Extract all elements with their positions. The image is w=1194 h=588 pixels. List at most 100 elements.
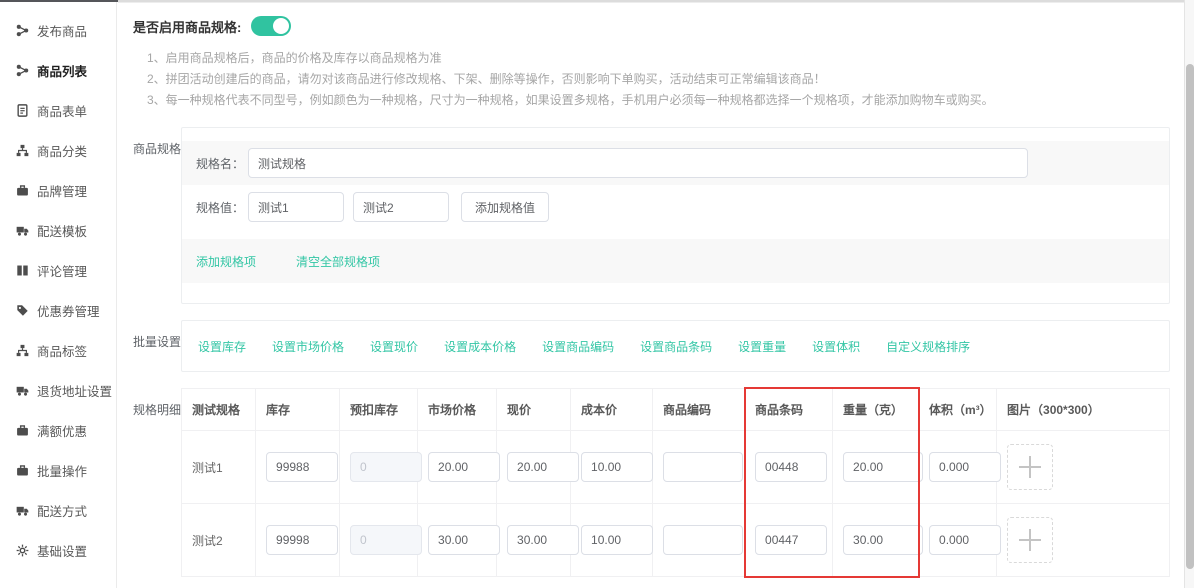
header-code: 商品编码 — [653, 389, 745, 431]
sidebar-item-0[interactable]: 发布商品 — [0, 10, 116, 50]
image-upload-button[interactable] — [1007, 517, 1053, 563]
input-price-row2[interactable] — [507, 525, 579, 555]
sidebar-item-4[interactable]: 品牌管理 — [0, 170, 116, 210]
input-code-row1[interactable] — [663, 452, 743, 482]
sidebar-item-8[interactable]: 商品标签 — [0, 330, 116, 370]
sidebar-item-1[interactable]: 商品列表 — [0, 50, 116, 90]
header-cost: 成本价 — [571, 389, 653, 431]
header-reserved: 预扣库存 — [340, 389, 418, 431]
batch-link-2[interactable]: 设置现价 — [370, 338, 418, 355]
cell-cost — [571, 504, 653, 577]
sidebar-item-6[interactable]: 评论管理 — [0, 250, 116, 290]
sidebar-item-7[interactable]: 优惠券管理 — [0, 290, 116, 330]
input-cost-row2[interactable] — [581, 525, 653, 555]
spec-value-input-1[interactable] — [248, 192, 344, 222]
header-spec: 测试规格 — [182, 389, 256, 431]
sidebar-menu: 发布商品商品列表商品表单商品分类品牌管理配送模板评论管理优惠券管理商品标签退货地… — [0, 10, 116, 570]
cell-stock — [256, 504, 340, 577]
image-upload-button[interactable] — [1007, 444, 1053, 490]
input-cost-row1[interactable] — [581, 452, 653, 482]
header-price: 现价 — [497, 389, 571, 431]
clear-all-spec-link[interactable]: 清空全部规格项 — [296, 253, 380, 270]
page-scrollbar[interactable] — [1184, 0, 1194, 588]
spec-notes: 1、启用商品规格后，商品的价格及库存以商品规格为准 2、拼团活动创建后的商品，请… — [147, 48, 1170, 111]
spec-value-input-2[interactable] — [353, 192, 449, 222]
scrollbar-thumb[interactable] — [1186, 64, 1194, 569]
sidebar-item-10[interactable]: 满额优惠 — [0, 410, 116, 450]
sidebar-item-label: 退货地址设置 — [37, 381, 112, 400]
header-weight: 重量（克） — [833, 389, 919, 431]
header-market_price: 市场价格 — [418, 389, 497, 431]
spec-detail-table: 测试规格库存预扣库存市场价格现价成本价商品编码商品条码重量（克）体积（m³）图片… — [181, 388, 1170, 577]
spec-table-header-row: 测试规格库存预扣库存市场价格现价成本价商品编码商品条码重量（克）体积（m³）图片… — [182, 389, 1170, 431]
input-market_price-row2[interactable] — [428, 525, 500, 555]
tag-icon — [16, 304, 29, 317]
sidebar: 发布商品商品列表商品表单商品分类品牌管理配送模板评论管理优惠券管理商品标签退货地… — [0, 2, 117, 588]
cell-reserved — [340, 504, 418, 577]
input-barcode-row2[interactable] — [755, 525, 827, 555]
batch-link-1[interactable]: 设置市场价格 — [272, 338, 344, 355]
enable-spec-row: 是否启用商品规格: — [133, 16, 1170, 36]
sidebar-item-label: 发布商品 — [37, 21, 87, 40]
enable-spec-toggle[interactable] — [251, 16, 291, 36]
cell-spec: 测试1 — [182, 431, 256, 504]
sidebar-item-12[interactable]: 配送方式 — [0, 490, 116, 530]
sidebar-item-label: 商品标签 — [37, 341, 87, 360]
cell-stock — [256, 431, 340, 504]
add-spec-value-button[interactable]: 添加规格值 — [461, 192, 549, 222]
input-stock-row1[interactable] — [266, 452, 338, 482]
cell-code — [653, 431, 745, 504]
note-line-1: 1、启用商品规格后，商品的价格及库存以商品规格为准 — [147, 48, 1170, 69]
cell-image — [997, 504, 1170, 577]
sidebar-item-2[interactable]: 商品表单 — [0, 90, 116, 130]
input-volume-row2[interactable] — [929, 525, 1001, 555]
header-image: 图片（300*300） — [997, 389, 1170, 431]
header-barcode: 商品条码 — [745, 389, 833, 431]
sidebar-item-label: 商品表单 — [37, 101, 87, 120]
batch-link-6[interactable]: 设置重量 — [738, 338, 786, 355]
batch-link-4[interactable]: 设置商品编码 — [542, 338, 614, 355]
cell-price — [497, 431, 571, 504]
share-nodes-icon — [16, 64, 29, 77]
cell-code — [653, 504, 745, 577]
input-price-row1[interactable] — [507, 452, 579, 482]
sidebar-item-3[interactable]: 商品分类 — [0, 130, 116, 170]
table-row: 测试1 — [182, 431, 1170, 504]
sidebar-item-label: 满额优惠 — [37, 421, 87, 440]
input-volume-row1[interactable] — [929, 452, 1001, 482]
sidebar-item-label: 批量操作 — [37, 461, 87, 480]
input-stock-row2[interactable] — [266, 525, 338, 555]
sidebar-item-label: 基础设置 — [37, 541, 87, 560]
table-row: 测试2 — [182, 504, 1170, 577]
batch-link-5[interactable]: 设置商品条码 — [640, 338, 712, 355]
truck-icon — [16, 504, 29, 517]
briefcase-icon — [16, 424, 29, 437]
input-weight-row1[interactable] — [843, 452, 923, 482]
sidebar-item-label: 商品分类 — [37, 141, 87, 160]
spec-value-text: 测试2 — [192, 534, 223, 548]
batch-link-7[interactable]: 设置体积 — [812, 338, 860, 355]
main-content: 是否启用商品规格: 1、启用商品规格后，商品的价格及库存以商品规格为准 2、拼团… — [118, 2, 1184, 588]
add-spec-item-link[interactable]: 添加规格项 — [196, 253, 256, 270]
detail-section: 规格明细 测试规格库存预扣库存市场价格现价成本价商品编码商品条码重量（克）体积（… — [133, 388, 1170, 588]
cell-market_price — [418, 431, 497, 504]
input-market_price-row1[interactable] — [428, 452, 500, 482]
briefcase-icon — [16, 464, 29, 477]
columns-icon — [16, 264, 29, 277]
truck-icon — [16, 224, 29, 237]
input-code-row2[interactable] — [663, 525, 743, 555]
batch-link-8[interactable]: 自定义规格排序 — [886, 338, 970, 355]
spec-value-text: 测试1 — [192, 461, 223, 475]
sitemap-icon — [16, 144, 29, 157]
sidebar-item-13[interactable]: 基础设置 — [0, 530, 116, 570]
input-weight-row2[interactable] — [843, 525, 923, 555]
spec-table-wrap: 测试规格库存预扣库存市场价格现价成本价商品编码商品条码重量（克）体积（m³）图片… — [181, 388, 1170, 577]
sidebar-item-9[interactable]: 退货地址设置 — [0, 370, 116, 410]
spec-name-input[interactable] — [248, 148, 1028, 178]
batch-link-0[interactable]: 设置库存 — [198, 338, 246, 355]
input-barcode-row1[interactable] — [755, 452, 827, 482]
sidebar-item-11[interactable]: 批量操作 — [0, 450, 116, 490]
gear-icon — [16, 544, 29, 557]
sidebar-item-5[interactable]: 配送模板 — [0, 210, 116, 250]
batch-link-3[interactable]: 设置成本价格 — [444, 338, 516, 355]
